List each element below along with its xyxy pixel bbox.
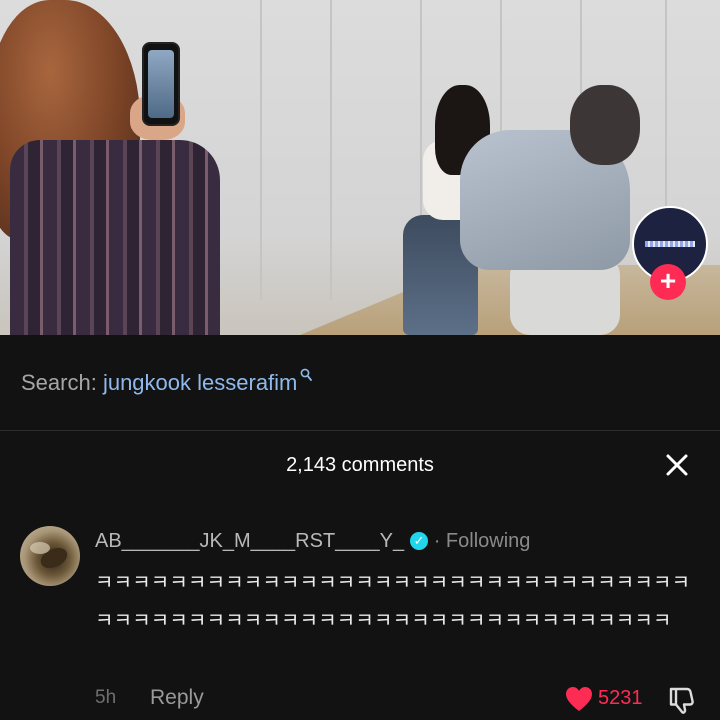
commenter-avatar[interactable] <box>20 526 80 586</box>
dancer-right <box>450 85 650 335</box>
like-count: 5231 <box>598 687 643 709</box>
person-filming <box>0 0 230 335</box>
comment-text: ㅋㅋㅋㅋㅋㅋㅋㅋㅋㅋㅋㅋㅋㅋㅋㅋㅋㅋㅋㅋㅋㅋㅋㅋㅋㅋㅋㅋㅋㅋㅋㅋㅋㅋㅋㅋㅋㅋㅋㅋ… <box>95 570 691 632</box>
reply-button[interactable]: Reply <box>150 686 204 710</box>
comment-time: 5h <box>95 687 117 708</box>
separator-dot: · <box>433 530 441 552</box>
follow-plus-button[interactable]: + <box>650 264 686 300</box>
dislike-icon[interactable] <box>667 686 695 714</box>
search-suggestion[interactable]: Search: jungkook lesserafim <box>21 368 313 396</box>
video-player[interactable] <box>0 0 720 335</box>
heart-icon[interactable] <box>565 686 593 712</box>
comment-header: AB_______JK_M____RST____Y_ ✓ · Following <box>95 530 530 553</box>
comments-count: 2,143 comments <box>286 454 434 476</box>
phone-icon <box>142 42 180 126</box>
search-icon <box>300 368 313 381</box>
search-query[interactable]: jungkook lesserafim <box>103 370 297 395</box>
wall-panel <box>260 0 262 300</box>
following-status: Following <box>445 530 531 552</box>
commenter-username[interactable]: AB_______JK_M____RST____Y_ <box>95 530 404 552</box>
creator-logo <box>645 241 695 247</box>
comment-actions: 5h Reply 5231 <box>95 686 705 714</box>
comments-header: 2,143 comments <box>0 431 720 501</box>
close-icon[interactable] <box>660 448 694 482</box>
search-suggestion-bar[interactable]: Search: jungkook lesserafim <box>0 335 720 430</box>
search-prefix: Search: <box>21 370 97 395</box>
wall-panel <box>330 0 332 300</box>
verified-badge-icon: ✓ <box>410 532 429 550</box>
